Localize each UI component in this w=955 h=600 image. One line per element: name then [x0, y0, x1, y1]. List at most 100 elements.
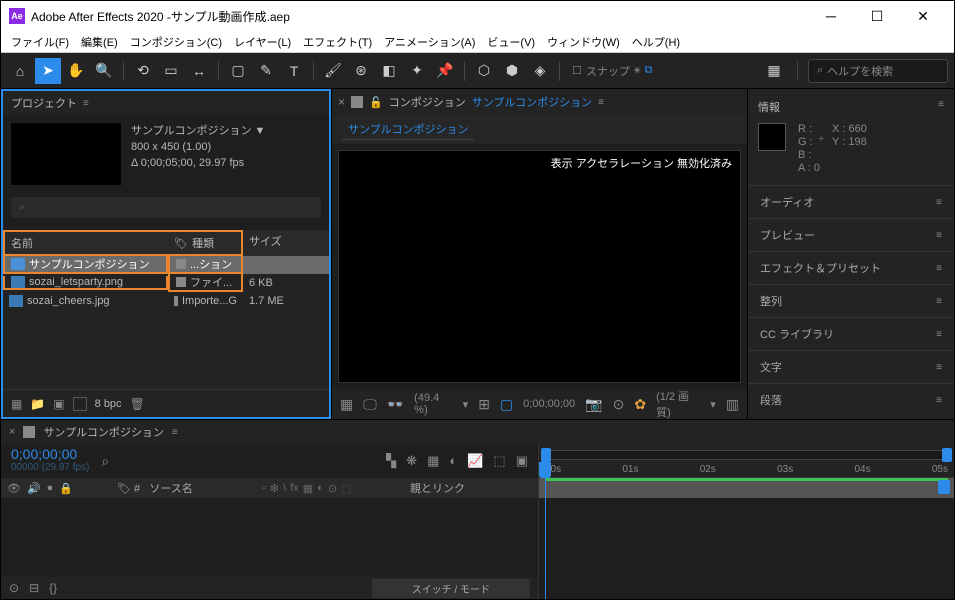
collapsed-panel[interactable]: エフェクト＆プリセット≡: [748, 251, 954, 284]
tracks-area[interactable]: [539, 498, 954, 599]
resolution-icon[interactable]: ⊞: [478, 396, 490, 413]
menu-item[interactable]: 編集(E): [75, 32, 124, 52]
show-channel-icon[interactable]: ⊙: [613, 396, 625, 413]
panel-menu-icon[interactable]: ≡: [936, 263, 942, 274]
render-icon[interactable]: ▣: [516, 453, 528, 469]
toggle-in-out-icon[interactable]: {}: [49, 581, 57, 595]
label-swatch[interactable]: [176, 277, 186, 287]
zoom-dropdown[interactable]: (49.4 %): [414, 392, 453, 416]
panel-menu-icon[interactable]: ≡: [936, 395, 942, 406]
selection-tool-icon[interactable]: ➤: [35, 58, 61, 84]
frame-blend-icon[interactable]: ▦: [427, 453, 439, 469]
switch-mode-toggle[interactable]: スイッチ / モード: [372, 579, 530, 598]
collapsed-panel[interactable]: 整列≡: [748, 284, 954, 317]
panel-menu-icon[interactable]: ≡: [936, 329, 942, 340]
panel-menu-icon[interactable]: ≡: [936, 230, 942, 241]
interpret-footage-icon[interactable]: ▦: [11, 397, 22, 411]
roto-tool-icon[interactable]: ✦: [404, 58, 430, 84]
switch-col-icon[interactable]: fx: [290, 482, 299, 495]
zoom-tool-icon[interactable]: 🔍: [91, 58, 117, 84]
snap-options-icon[interactable]: ⚹: [634, 64, 641, 77]
project-item[interactable]: sozai_cheers.jpgImporte...G1.7 ME: [3, 292, 329, 310]
panel-menu-icon[interactable]: ≡: [172, 427, 178, 438]
transparency-icon[interactable]: ▢: [500, 396, 513, 413]
switch-col-icon[interactable]: ⬚: [341, 482, 351, 495]
switch-col-icon[interactable]: ▫: [262, 482, 266, 495]
timeline-search-icon[interactable]: ⌕: [101, 453, 109, 470]
always-preview-icon[interactable]: ▦: [340, 396, 353, 413]
panel-menu-icon[interactable]: ≡: [936, 362, 942, 373]
close-button[interactable]: ✕: [900, 1, 946, 31]
collapsed-panel[interactable]: オーディオ≡: [748, 185, 954, 218]
minimize-button[interactable]: ─: [808, 1, 854, 31]
project-item[interactable]: sozai_letsparty.pngファイ...6 KB: [3, 274, 329, 292]
panel-menu-icon[interactable]: ≡: [83, 98, 89, 109]
work-area-end[interactable]: [942, 448, 952, 462]
label-swatch[interactable]: [174, 296, 178, 306]
menu-item[interactable]: ファイル(F): [5, 32, 75, 52]
eraser-tool-icon[interactable]: ◧: [376, 58, 402, 84]
menu-item[interactable]: レイヤー(L): [228, 32, 297, 52]
work-area-start[interactable]: [541, 448, 551, 462]
menu-item[interactable]: エフェクト(T): [297, 32, 378, 52]
switch-col-icon[interactable]: ⊙: [328, 482, 337, 495]
comp-mini-icon[interactable]: ▚: [386, 453, 396, 469]
comp-breadcrumb[interactable]: サンプルコンポジション: [342, 119, 474, 140]
toggle-modes-icon[interactable]: ⊟: [29, 581, 39, 595]
mask-icon[interactable]: 👓: [387, 396, 404, 413]
panel-menu-icon[interactable]: ≡: [938, 99, 944, 115]
panel-menu-icon[interactable]: ≡: [598, 97, 604, 108]
project-item[interactable]: サンプルコンポジション...ション: [3, 256, 329, 274]
lock-column-icon[interactable]: 🔒: [59, 482, 73, 495]
lock-icon[interactable]: 🔓: [369, 96, 383, 109]
close-tab-icon[interactable]: ×: [9, 426, 15, 438]
switch-col-icon[interactable]: ▦: [303, 482, 313, 495]
new-comp-icon[interactable]: ▣: [53, 397, 64, 411]
playhead[interactable]: [539, 462, 551, 476]
label-swatch[interactable]: [176, 259, 186, 269]
maximize-button[interactable]: ☐: [854, 1, 900, 31]
comp-name[interactable]: サンプルコンポジション ▼: [131, 123, 265, 139]
eye-column-icon[interactable]: 👁: [7, 482, 21, 495]
menu-item[interactable]: アニメーション(A): [378, 32, 481, 52]
view-axis-icon[interactable]: ◈: [527, 58, 553, 84]
new-folder-icon[interactable]: 📁: [30, 397, 45, 411]
time-ruler[interactable]: 00s01s02s03s04s05s: [539, 444, 954, 478]
work-area-bar[interactable]: [539, 478, 954, 498]
menu-item[interactable]: コンポジション(C): [124, 32, 228, 52]
collapsed-panel[interactable]: CC ライブラリ≡: [748, 317, 954, 350]
composition-viewer[interactable]: 表示 アクセラレーション 無効化済み: [338, 150, 741, 383]
camera-tool-icon[interactable]: ▭: [158, 58, 184, 84]
layers-area[interactable]: [1, 498, 538, 577]
clone-tool-icon[interactable]: ⊛: [348, 58, 374, 84]
motion-blur-icon[interactable]: ◐: [449, 453, 457, 469]
switch-col-icon[interactable]: ✻: [270, 482, 279, 495]
hand-tool-icon[interactable]: ✋: [63, 58, 89, 84]
collapsed-panel[interactable]: 段落≡: [748, 383, 954, 416]
help-search-input[interactable]: ⌕ ヘルプを検索: [808, 59, 948, 83]
brush-tool-icon[interactable]: 🖌: [320, 58, 346, 84]
audio-column-icon[interactable]: 🔊: [27, 482, 41, 495]
toggle-switches-icon[interactable]: ⊙: [9, 581, 19, 595]
pen-tool-icon[interactable]: ✎: [253, 58, 279, 84]
puppet-tool-icon[interactable]: 📌: [432, 58, 458, 84]
view-layout-icon[interactable]: ▥: [726, 396, 739, 413]
marker-icon[interactable]: [938, 480, 950, 494]
shape-tool-icon[interactable]: ▢: [225, 58, 251, 84]
snap-extra-icon[interactable]: ⧉: [644, 64, 652, 77]
quality-dropdown[interactable]: (1/2 画質): [656, 388, 700, 420]
solo-column-icon[interactable]: ●: [47, 482, 54, 495]
source-column[interactable]: ソース名: [149, 483, 192, 495]
menu-item[interactable]: ビュー(V): [481, 32, 541, 52]
snap-checkbox[interactable]: ☐: [572, 64, 582, 77]
world-axis-icon[interactable]: ⬢: [499, 58, 525, 84]
color-depth-swatch[interactable]: [73, 397, 87, 411]
panel-menu-icon[interactable]: ≡: [936, 197, 942, 208]
magnification-icon[interactable]: 🖵: [363, 396, 377, 413]
home-tool-icon[interactable]: ⌂: [7, 58, 33, 84]
project-search-input[interactable]: ⌕: [11, 197, 321, 218]
search-mode-icon[interactable]: ▦: [761, 58, 787, 84]
viewer-time[interactable]: 0;00;00;00: [523, 398, 575, 410]
shy-icon[interactable]: ❋: [406, 453, 417, 469]
close-tab-icon[interactable]: ×: [338, 95, 345, 109]
